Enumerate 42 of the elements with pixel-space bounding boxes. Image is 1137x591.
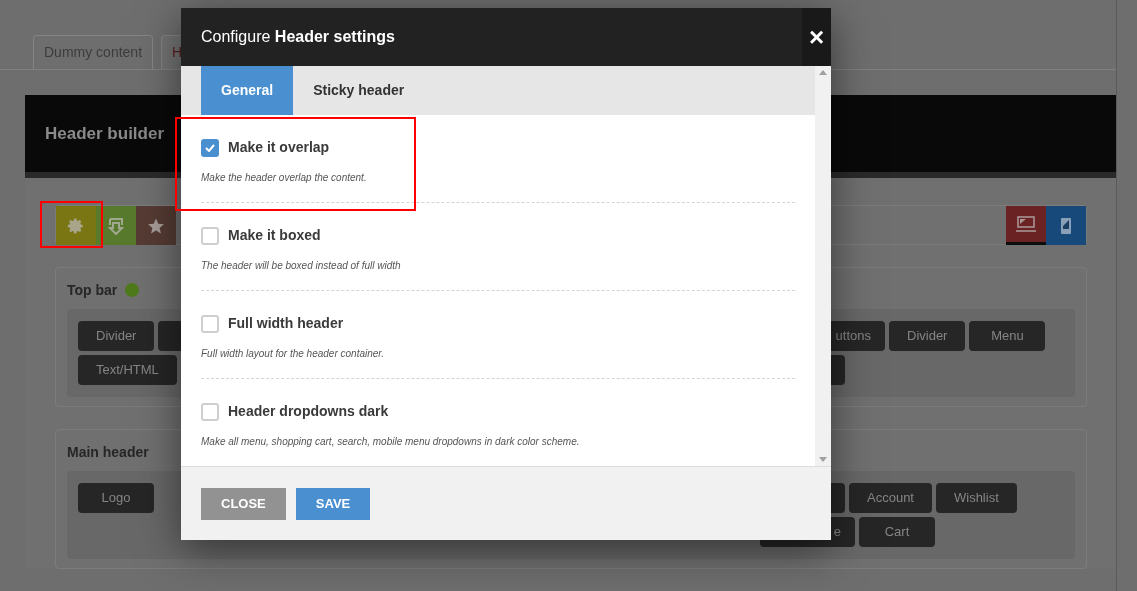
option-description: The header will be boxed instead of full width xyxy=(201,259,402,273)
option-label: Header dropdowns dark xyxy=(228,402,389,421)
checkbox[interactable] xyxy=(201,226,219,245)
check-icon xyxy=(205,143,215,152)
highlight-frame xyxy=(40,201,103,248)
builder-title: Header builder xyxy=(45,122,165,145)
toolbar-button[interactable] xyxy=(56,206,96,245)
section-title: Top bar xyxy=(67,280,118,300)
element-button[interactable]: Logo xyxy=(78,483,154,513)
option-label: Make it boxed xyxy=(228,226,321,245)
checkbox[interactable] xyxy=(201,314,219,333)
save-button[interactable]: SAVE xyxy=(295,487,371,520)
laptop-icon xyxy=(1016,216,1036,232)
checkbox[interactable] xyxy=(201,138,219,157)
element-button[interactable]: Divider xyxy=(889,321,966,351)
element-button[interactable]: Account xyxy=(849,483,932,513)
scroll-up-icon[interactable] xyxy=(819,70,827,75)
close-button[interactable]: × xyxy=(802,8,831,66)
element-button[interactable]: Wishlist xyxy=(936,483,1017,513)
toolbar-button[interactable] xyxy=(136,206,176,245)
phone-icon xyxy=(1061,217,1071,234)
toolbar-button[interactable] xyxy=(96,206,136,245)
option-description: Make the header overlap the content. xyxy=(201,171,368,185)
option-description: Full width layout for the header container. xyxy=(201,347,386,361)
element-button[interactable]: Text/HTML xyxy=(78,355,177,385)
device-button[interactable] xyxy=(1006,206,1046,245)
gear-icon xyxy=(67,216,85,235)
dialog-title: Configure Header settings xyxy=(201,27,395,47)
option-label: Full width header xyxy=(228,314,344,333)
dialog-tab[interactable]: Sticky header xyxy=(293,66,425,115)
element-button[interactable]: Cart xyxy=(859,517,935,547)
option-label: Make it overlap xyxy=(228,138,330,157)
scroll-down-icon[interactable] xyxy=(819,457,827,462)
dialog-tab[interactable]: General xyxy=(201,66,294,115)
checkbox[interactable] xyxy=(201,402,219,421)
element-button[interactable]: Divider xyxy=(78,321,155,351)
option-description: Make all menu, shopping cart, search, mobile menu dropdowns in dark color scheme. xyxy=(201,435,581,449)
download-icon xyxy=(108,216,124,235)
element-button[interactable]: Menu xyxy=(969,321,1046,351)
close-button[interactable]: CLOSE xyxy=(201,487,286,520)
section-title: Main header xyxy=(67,442,149,462)
device-button[interactable] xyxy=(1046,206,1086,245)
